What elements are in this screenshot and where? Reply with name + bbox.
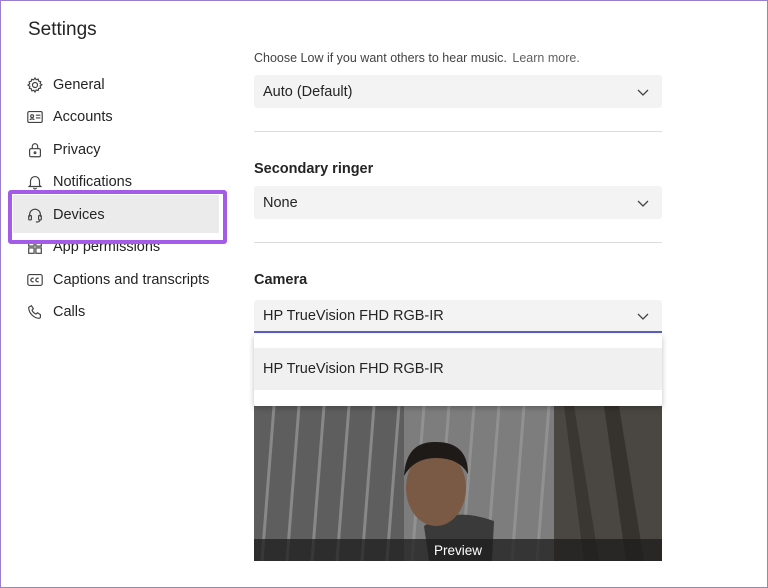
camera-label: Camera [254, 272, 308, 288]
chevron-down-icon [636, 85, 650, 99]
sidebar-item-notifications[interactable]: Notifications [25, 169, 132, 195]
noise-hint-text: Choose Low if you want others to hear mu… [254, 51, 580, 65]
sidebar-item-calls[interactable]: Calls [25, 299, 85, 325]
select-value: Auto (Default) [263, 83, 353, 100]
noise-suppression-select[interactable]: Auto (Default) [254, 75, 662, 108]
camera-preview-image [254, 406, 662, 561]
sidebar-item-label: Devices [53, 207, 105, 223]
cc-icon [25, 270, 45, 290]
sidebar-item-label: Privacy [53, 142, 101, 158]
secondary-ringer-select[interactable]: None [254, 186, 662, 219]
page-title: Settings [28, 19, 97, 40]
sidebar-item-label: Notifications [53, 174, 132, 190]
lock-icon [25, 140, 45, 160]
learn-more-link[interactable]: Learn more. [512, 51, 579, 65]
sidebar-item-captions[interactable]: Captions and transcripts [25, 267, 209, 293]
camera-select[interactable]: HP TrueVision FHD RGB-IR [254, 300, 662, 333]
select-value: HP TrueVision FHD RGB-IR [263, 307, 444, 324]
sidebar-item-devices[interactable]: Devices [25, 202, 105, 228]
sidebar-item-app-permissions[interactable]: App permissions [25, 234, 160, 260]
sidebar-item-label: App permissions [53, 239, 161, 255]
preview-label: Preview [254, 539, 662, 561]
id-card-icon [25, 107, 45, 127]
gear-icon [25, 75, 45, 95]
sidebar-item-label: Captions and transcripts [53, 272, 210, 288]
camera-dropdown-menu: HP TrueVision FHD RGB-IR [254, 334, 662, 406]
chevron-down-icon [636, 309, 650, 323]
phone-icon [25, 302, 45, 322]
grid-icon [25, 237, 45, 257]
select-value: None [263, 194, 298, 211]
sidebar-item-label: Accounts [53, 109, 113, 125]
divider [254, 242, 662, 243]
sidebar-item-accounts[interactable]: Accounts [25, 104, 113, 130]
secondary-ringer-label: Secondary ringer [254, 161, 374, 177]
sidebar-item-general[interactable]: General [25, 72, 105, 98]
divider [254, 131, 662, 132]
sidebar-item-label: General [53, 77, 105, 93]
hint-text: Choose Low if you want others to hear mu… [254, 51, 507, 65]
camera-option[interactable]: HP TrueVision FHD RGB-IR [254, 348, 662, 390]
sidebar-item-privacy[interactable]: Privacy [25, 137, 101, 163]
camera-preview: Preview [254, 406, 662, 561]
chevron-down-icon [636, 196, 650, 210]
headset-icon [25, 205, 45, 225]
bell-icon [25, 172, 45, 192]
sidebar-item-label: Calls [53, 304, 86, 320]
